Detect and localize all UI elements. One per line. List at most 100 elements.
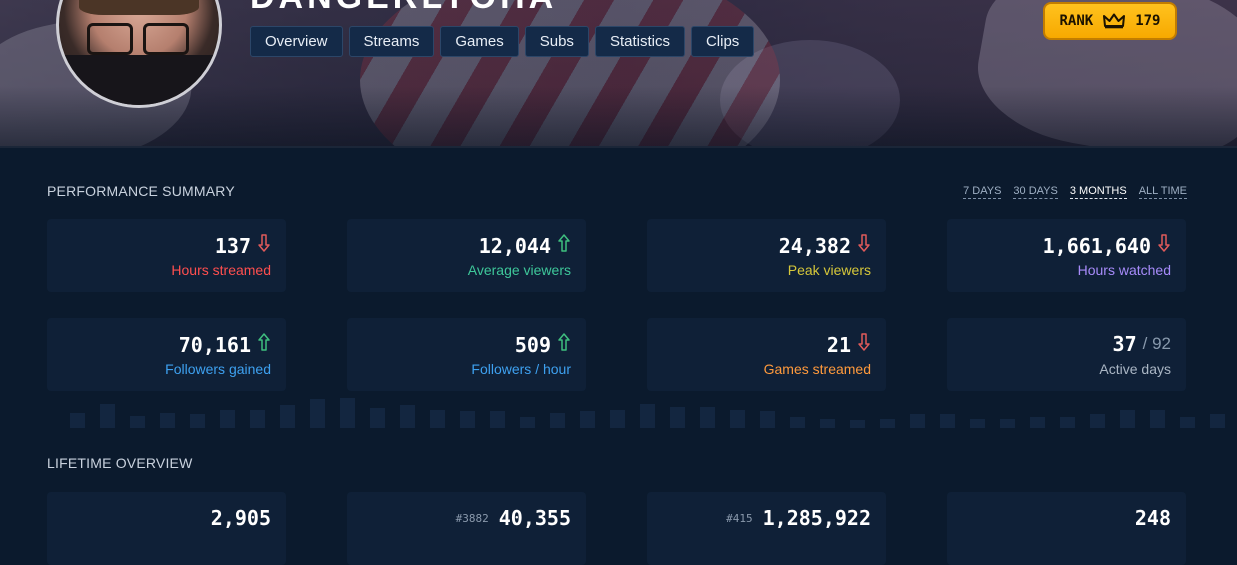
stat-card: 70,161 Followers gained: [47, 318, 286, 391]
activity-bar: [760, 411, 775, 428]
channel-tabs: Overview Streams Games Subs Statistics C…: [250, 26, 755, 57]
range-all-time[interactable]: ALL TIME: [1138, 185, 1187, 199]
stat-value: #3882 40,355: [456, 506, 571, 530]
lifetime-card: #415 1,285,922: [647, 492, 886, 565]
tab-label: Games: [455, 33, 504, 50]
activity-bar: [640, 404, 655, 428]
stat-number: 37: [1112, 332, 1137, 356]
stat-number: 137: [214, 233, 251, 258]
tab-streams[interactable]: Streams: [348, 26, 435, 57]
activity-bar: [280, 405, 295, 428]
stat-card: 12,044 Average viewers: [347, 219, 586, 292]
rank-position: #415: [726, 511, 753, 525]
lifetime-card: 2,905: [47, 492, 286, 565]
crown-icon: [1103, 13, 1126, 29]
stat-number: 248: [1134, 506, 1171, 530]
rank-label: RANK: [1059, 13, 1094, 29]
activity-bar: [160, 413, 175, 428]
activity-bar: [1090, 414, 1105, 428]
stat-number: 12,044: [478, 233, 551, 258]
activity-bar: [1120, 410, 1135, 428]
channel-name: DANGERLYOHA: [250, 0, 557, 17]
activity-bar: [220, 410, 235, 428]
activity-bar: [1150, 410, 1165, 428]
stat-card: 509 Followers / hour: [347, 318, 586, 391]
range-30-days[interactable]: 30 DAYS: [1013, 185, 1058, 199]
activity-bar: [100, 404, 115, 428]
activity-bar: [1210, 414, 1225, 428]
activity-bar: [940, 414, 955, 428]
arrow-up-icon: [557, 233, 571, 258]
activity-bar: [370, 408, 385, 428]
range-3-months[interactable]: 3 MONTHS: [1069, 185, 1127, 199]
tab-games[interactable]: Games: [440, 26, 519, 57]
stat-card: 24,382 Peak viewers: [647, 219, 886, 292]
activity-bar: [550, 413, 565, 428]
stat-value: 37 / 92: [1113, 332, 1171, 356]
rank-position: #3882: [455, 511, 489, 525]
activity-bar: [910, 414, 925, 428]
activity-bar: [670, 407, 685, 428]
lifetime-overview-title: LIFETIME OVERVIEW: [47, 455, 193, 471]
stat-number: 70,161: [178, 332, 251, 357]
stat-label: Average viewers: [467, 262, 571, 278]
activity-bar: [730, 410, 745, 428]
avatar[interactable]: [56, 0, 222, 108]
stat-label: Peak viewers: [787, 262, 871, 278]
range-7-days[interactable]: 7 DAYS: [963, 185, 1002, 199]
activity-bar: [700, 407, 715, 428]
tab-label: Streams: [363, 33, 420, 50]
activity-bar: [1180, 417, 1195, 428]
stat-value: 509: [515, 332, 571, 357]
arrow-down-icon: [857, 233, 871, 258]
stat-number: 40,355: [498, 506, 571, 530]
tab-label: Subs: [539, 33, 574, 50]
tab-clips[interactable]: Clips: [690, 26, 755, 57]
activity-bar: [250, 410, 265, 428]
activity-bar: [610, 410, 625, 428]
rank-badge[interactable]: RANK 179: [1043, 2, 1177, 40]
activity-bar: [580, 411, 595, 428]
activity-bar: [460, 411, 475, 428]
activity-bar: [1030, 417, 1045, 428]
stat-value: 24,382: [779, 233, 871, 258]
stat-number: 21: [826, 332, 851, 357]
stat-number: 24,382: [778, 233, 851, 258]
stat-number: 2,905: [210, 506, 271, 530]
tab-subs[interactable]: Subs: [524, 26, 589, 57]
arrow-up-icon: [257, 332, 271, 357]
stat-card: 37 / 92 Active days: [947, 318, 1186, 391]
activity-bar: [970, 419, 985, 428]
stat-number: 509: [514, 332, 551, 357]
time-range-selector: 7 DAYS 30 DAYS 3 MONTHS ALL TIME: [963, 185, 1187, 199]
activity-bar: [790, 417, 805, 428]
arrow-up-icon: [557, 332, 571, 357]
stat-card: 1,661,640 Hours watched: [947, 219, 1186, 292]
lifetime-card: 248: [947, 492, 1186, 565]
activity-bar: [430, 410, 445, 428]
tab-label: Overview: [265, 33, 328, 50]
stat-card: 21 Games streamed: [647, 318, 886, 391]
stat-label: Followers gained: [165, 361, 271, 377]
arrow-down-icon: [257, 233, 271, 258]
activity-bar: [1000, 419, 1015, 428]
tab-overview[interactable]: Overview: [250, 26, 343, 57]
stat-value: 12,044: [479, 233, 571, 258]
channel-banner: DANGERLYOHA Overview Streams Games Subs …: [0, 0, 1237, 148]
activity-bar: [850, 420, 865, 428]
stat-label: Hours watched: [1077, 262, 1171, 278]
activity-bar: [880, 419, 895, 428]
activity-bar: [340, 398, 355, 428]
stat-value: #415 1,285,922: [726, 506, 871, 530]
activity-bar: [520, 417, 535, 428]
stat-value: 248: [1135, 506, 1171, 530]
stat-value: 1,661,640: [1043, 233, 1171, 258]
activity-bar: [310, 399, 325, 428]
stat-suffix: / 92: [1142, 334, 1171, 353]
stat-label: Active days: [1099, 361, 1171, 377]
stat-value: 2,905: [211, 506, 271, 530]
tab-statistics[interactable]: Statistics: [594, 26, 685, 57]
activity-bar: [70, 413, 85, 428]
stat-value: 137: [215, 233, 271, 258]
activity-bar: [490, 411, 505, 428]
